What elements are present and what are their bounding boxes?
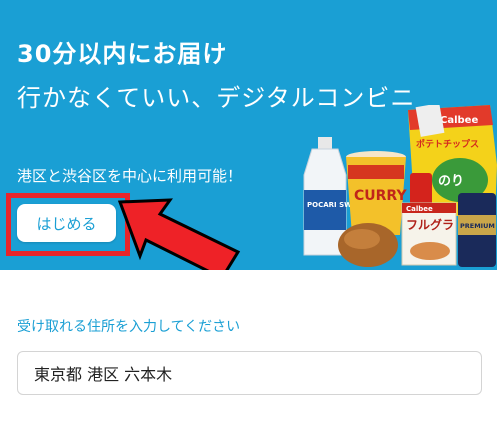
beer-label-text: PREMIUM	[460, 222, 495, 230]
curry-cup-image: CURRY	[346, 151, 407, 235]
fried-chicken-image	[338, 223, 398, 267]
hero-title-line1: 30分以内にお届け	[17, 40, 228, 68]
hero-banner: 30分以内にお届け 行かなくていい、デジタルコンビニ 港区と渋谷区を中心に利用可…	[0, 0, 497, 270]
svg-text:のり: のり	[438, 174, 464, 189]
hero-subtitle: 港区と渋谷区を中心に利用可能！	[17, 167, 243, 185]
beer-can-image: PREMIUM	[458, 193, 496, 267]
address-input[interactable]: 東京都 港区 六本木	[17, 351, 482, 395]
chips-name-text: ポテトチップス	[416, 138, 479, 150]
address-value: 東京都 港区 六本木	[34, 365, 173, 384]
start-button[interactable]: はじめる	[17, 204, 116, 242]
address-label: 受け取れる住所を入力してください	[17, 319, 241, 335]
curry-label-text: CURRY	[354, 188, 407, 204]
cereal-box-image: Calbee フルグラ	[401, 202, 457, 266]
cereal-name-text: フルグラ	[406, 217, 454, 232]
cereal-brand-text: Calbee	[406, 205, 433, 213]
pointer-arrow-icon	[117, 198, 241, 270]
product-illustration: Calbee ポテトチップス のり POCARI SWEAT CURRY Cal…	[303, 105, 497, 267]
chips-brand-text: Calbee	[440, 115, 478, 126]
